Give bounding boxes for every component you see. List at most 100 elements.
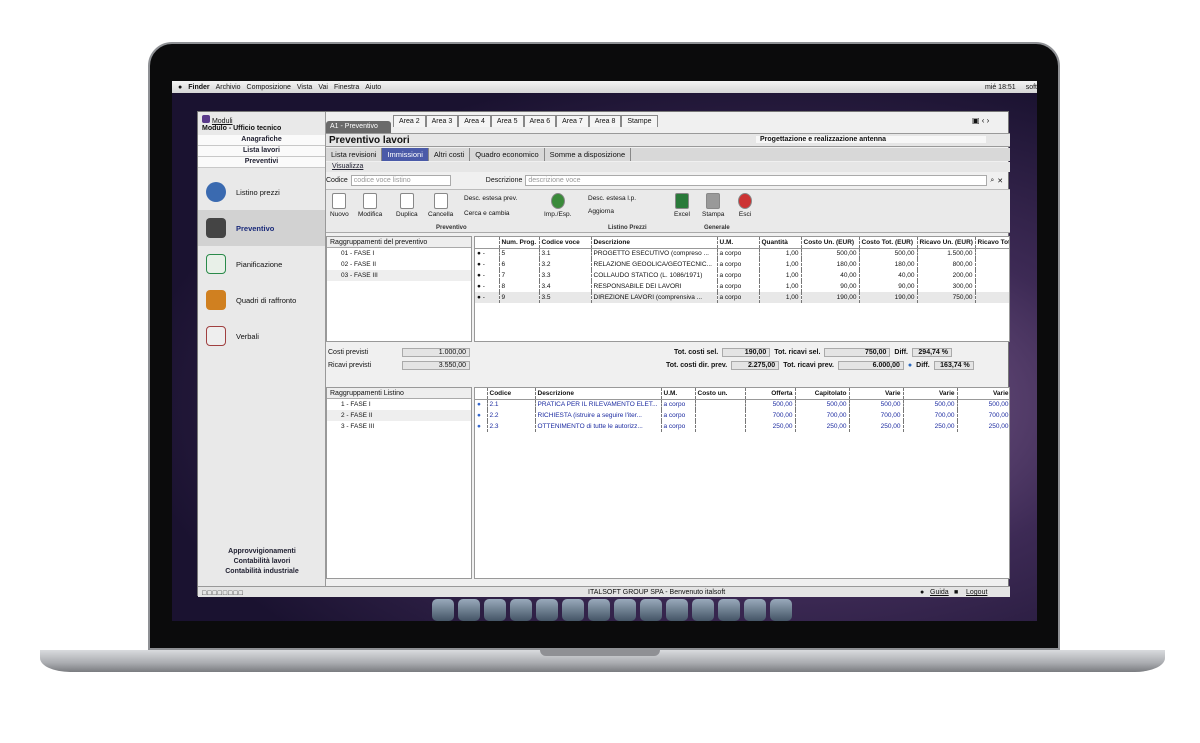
esci-button[interactable]: Esci [738, 193, 752, 218]
dock-app-icon[interactable] [770, 599, 792, 621]
logout-link[interactable]: Logout [966, 587, 987, 598]
stampa-button[interactable]: Stampa [702, 193, 724, 218]
tab-area-4[interactable]: Area 4 [458, 115, 491, 127]
tab-area-7[interactable]: Area 7 [556, 115, 589, 127]
desc-estesa-prev-button[interactable]: Desc. estesa prev. [464, 195, 517, 202]
sidebar-item-preventivo[interactable]: Preventivo [198, 210, 325, 246]
tree-listino-header[interactable]: Raggruppamenti Listino [327, 388, 471, 399]
desc-estesa-lp-button[interactable]: Desc. estesa l.p. [588, 195, 636, 202]
tab-area-2[interactable]: Area 2 [393, 115, 426, 127]
tab-area-3[interactable]: Area 3 [425, 115, 459, 127]
codice-input[interactable]: codice voce listino [350, 175, 451, 186]
sidebar-item-listino-prezzi[interactable]: Listino prezzi [198, 174, 325, 210]
tree-item[interactable]: 02 - FASE II [327, 259, 471, 270]
dock-app-icon[interactable] [614, 599, 636, 621]
tab-area-5[interactable]: Area 5 [490, 115, 524, 127]
tab-somme-disposizione[interactable]: Somme a disposizione [545, 148, 632, 161]
excel-button[interactable]: Excel [674, 193, 690, 218]
descrizione-input[interactable]: descrizione voce [525, 175, 988, 186]
sidebar-item-verbali[interactable]: Verbali [198, 318, 325, 354]
sidebar-item-label: Quadri di raffronto [236, 295, 297, 305]
help-icon[interactable]: ● [920, 587, 924, 598]
guida-link[interactable]: Guida [930, 587, 949, 598]
dock-app-icon[interactable] [432, 599, 454, 621]
menu-vista[interactable]: Vista [297, 84, 312, 91]
tab-quadro-economico[interactable]: Quadro economico [470, 148, 545, 161]
search-icon[interactable]: ⌕ [990, 177, 994, 185]
cancella-button[interactable]: Cancella [428, 193, 453, 218]
group-preventivo: Preventivo [436, 225, 467, 231]
visualizza-link[interactable]: Visualizza [332, 163, 363, 170]
duplicate-icon [399, 193, 414, 209]
table-row[interactable]: ● -8 3.4 RESPONSABILE DEI LAVORI a corpo 1,0… [475, 281, 1009, 292]
window-buttons[interactable]: □□□□□□□□ [202, 588, 244, 599]
tree-item[interactable]: 3 - FASE III [327, 421, 471, 432]
dock-app-icon[interactable] [744, 599, 766, 621]
tab-area-8[interactable]: Area 8 [588, 115, 622, 127]
dock-app-icon[interactable] [562, 599, 584, 621]
imp-esp-button[interactable]: Imp./Esp. [544, 193, 571, 218]
dock-app-icon[interactable] [718, 599, 740, 621]
menu-archivio[interactable]: Archivio [216, 84, 241, 91]
tab-area-6[interactable]: Area 6 [523, 115, 557, 127]
pencil-icon [206, 326, 226, 346]
tree-item[interactable]: 01 - FASE I [327, 248, 471, 259]
dock-app-icon[interactable] [510, 599, 532, 621]
dock-app-icon[interactable] [484, 599, 506, 621]
dock-app-icon[interactable] [588, 599, 610, 621]
document-icon [206, 218, 226, 238]
sidebar-link-anagrafiche[interactable]: Anagrafiche [198, 135, 325, 146]
nuovo-button[interactable]: Nuovo [330, 193, 349, 218]
duplica-button[interactable]: Duplica [396, 193, 418, 218]
sidebar-link-lista-lavori[interactable]: Lista lavori [198, 146, 325, 157]
menubar-user[interactable]: soft [1026, 84, 1037, 91]
dock-app-icon[interactable] [458, 599, 480, 621]
menu-finestra[interactable]: Finestra [334, 84, 359, 91]
tree-item[interactable]: 1 - FASE I [327, 399, 471, 410]
sidebar-item-label: Listino prezzi [236, 187, 280, 197]
tab-immissioni[interactable]: Immissioni [382, 148, 429, 161]
tab-lista-revisioni[interactable]: Lista revisioni [326, 148, 383, 161]
sidebar-item-quadri-raffronto[interactable]: Quadri di raffronto [198, 282, 325, 318]
menu-vai[interactable]: Vai [318, 84, 328, 91]
table-row[interactable]: ● 2.1 PRATICA PER IL RILEVAMENTO ELET... a … [475, 399, 1009, 410]
tab-altri-costi[interactable]: Altri costi [429, 148, 471, 161]
menu-aiuto[interactable]: Aiuto [365, 84, 381, 91]
table-row[interactable]: ● -7 3.3 COLLAUDO STATICO (L. 1086/1971) a … [475, 270, 1009, 281]
tab-stampe[interactable]: Stampe [621, 115, 658, 127]
save-icon[interactable]: ▣ ‹ › [972, 116, 989, 125]
table-row[interactable]: ● -9 3.5 DIREZIONE LAVORI (comprensiva ...… [475, 292, 1009, 303]
table-row[interactable]: ● 2.2 RICHIESTA (istruire a seguire l'iter… [475, 410, 1009, 421]
tab-area-1[interactable]: A1 - Preventivo [326, 121, 391, 133]
chart-icon [206, 254, 226, 274]
menubar-clock[interactable]: mié 18:51 [985, 84, 1020, 91]
cerca-cambia-button[interactable]: Cerca e cambia [464, 210, 510, 217]
menu-finder[interactable]: Finder [188, 84, 209, 91]
tree-item[interactable]: 03 - FASE III [327, 270, 471, 281]
dock-app-icon[interactable] [692, 599, 714, 621]
dock-app-icon[interactable] [666, 599, 688, 621]
table-row[interactable]: ● 2.3 OTTENIMENTO di tutte le autorizz... a… [475, 421, 1009, 432]
tree-item[interactable]: 2 - FASE II [327, 410, 471, 421]
sidebar-link-contabilita-lavori[interactable]: Contabilità lavori [198, 557, 326, 567]
table-row[interactable]: ● -6 3.2 RELAZIONE GEOOLICA/GEOTECNIC... a … [475, 259, 1009, 270]
moduli-link[interactable]: Moduli [212, 118, 233, 125]
logout-icon[interactable]: ■ [954, 587, 958, 598]
euro-icon [206, 182, 226, 202]
modifica-button[interactable]: Modifica [358, 193, 382, 218]
dock-app-icon[interactable] [640, 599, 662, 621]
dock-app-icon[interactable] [536, 599, 558, 621]
info-icon[interactable]: ● [908, 362, 912, 369]
sidebar-link-preventivi[interactable]: Preventivi [198, 157, 325, 168]
apple-icon[interactable]: ● [178, 84, 182, 91]
clear-icon[interactable]: ✕ [997, 177, 1003, 185]
sidebar-item-pianificazione[interactable]: Pianificazione [198, 246, 325, 282]
aggiorna-button[interactable]: Aggiorna [588, 208, 614, 215]
tree-preventivo-header[interactable]: Raggruppamenti del preventivo [327, 237, 471, 248]
menu-composizione[interactable]: Composizione [247, 84, 291, 91]
table-row[interactable]: ● -5 3.1 PROGETTO ESECUTIVO (compreso ... a… [475, 248, 1009, 259]
cubes-icon [206, 290, 226, 310]
laptop-notch [540, 650, 660, 656]
sidebar-link-approvvigionamenti[interactable]: Approvvigionamenti [198, 547, 326, 557]
sidebar-link-contabilita-industriale[interactable]: Contabilità industriale [198, 567, 326, 577]
